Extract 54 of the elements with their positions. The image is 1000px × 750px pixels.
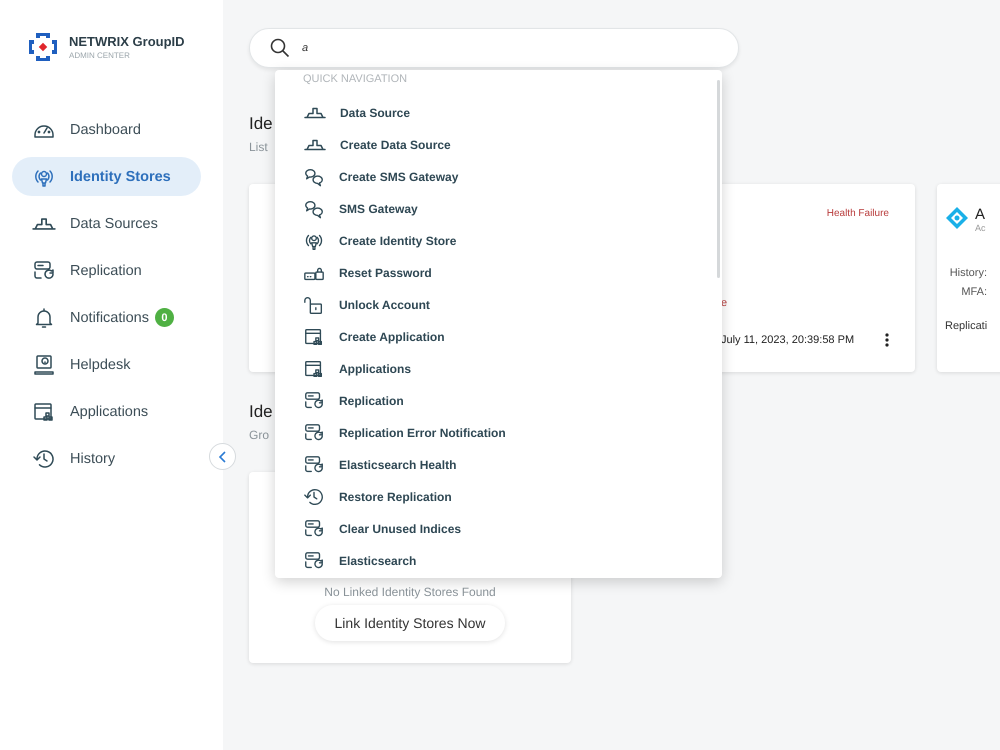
- chat-bubbles-icon: [303, 166, 325, 188]
- menu-item[interactable]: Restore Replication: [303, 481, 722, 513]
- store-title: A: [975, 206, 986, 223]
- field-label: MFA:: [961, 286, 987, 298]
- menu-item[interactable]: Unlock Account: [303, 289, 722, 321]
- menu-item[interactable]: Replication Error Notification: [303, 417, 722, 449]
- menu-item[interactable]: Create Data Source: [303, 129, 722, 161]
- sidebar-item[interactable]: History: [12, 439, 201, 478]
- app-window-icon: [303, 326, 325, 348]
- section-title: Ide: [249, 114, 273, 134]
- section-subtitle: Gro: [249, 428, 270, 442]
- unlock-icon: [303, 294, 325, 316]
- connector-icon: [32, 218, 56, 230]
- history-icon: [303, 486, 325, 508]
- menu-item[interactable]: SMS Gateway: [303, 193, 722, 225]
- card-footer-text: Replicati: [945, 320, 988, 332]
- store-subtitle: Ac: [975, 223, 986, 233]
- sidebar-item[interactable]: Applications: [12, 392, 201, 431]
- search-icon: [270, 38, 290, 58]
- chevron-left-icon: [218, 450, 228, 462]
- menu-item[interactable]: Clear Unused Indices: [303, 513, 722, 545]
- date-text: July 11, 2023, 20:39:58 PM: [721, 334, 854, 346]
- status-label: Health Failure: [826, 208, 889, 219]
- link-stores-button[interactable]: Link Identity Stores Now: [314, 605, 506, 641]
- menu-item[interactable]: Create Application: [303, 321, 722, 353]
- sidebar-item[interactable]: Helpdesk: [12, 345, 201, 384]
- sidebar-item[interactable]: Notifications 0: [12, 298, 201, 337]
- menu-item[interactable]: Applications: [303, 353, 722, 385]
- laptop-help-icon: [32, 352, 56, 376]
- diamond-logo-icon: [945, 206, 969, 230]
- menu-item[interactable]: Data Source: [303, 97, 722, 129]
- section-title: Ide: [249, 402, 273, 422]
- sidebar-item[interactable]: Dashboard: [12, 110, 201, 149]
- menu-item[interactable]: Replication: [303, 385, 722, 417]
- brand-name: NETWRIX GroupID: [69, 34, 185, 49]
- menu-item[interactable]: Reset Password: [303, 257, 722, 289]
- chat-bubbles-icon: [303, 198, 325, 220]
- menu-item[interactable]: Elasticsearch Health: [303, 449, 722, 481]
- section-subtitle: List: [249, 140, 268, 154]
- sidebar-item[interactable]: Data Sources: [12, 204, 201, 243]
- sidebar-item[interactable]: Identity Stores: [12, 157, 201, 196]
- menu-heading: QUICK NAVIGATION: [303, 73, 408, 85]
- menu-item[interactable]: Create Identity Store: [303, 225, 722, 257]
- sidebar-item[interactable]: Replication: [12, 251, 201, 290]
- brand-subtitle: ADMIN CENTER: [69, 51, 131, 60]
- app-window-icon: [303, 358, 325, 380]
- empty-message: No Linked Identity Stores Found: [324, 585, 496, 599]
- collapse-button[interactable]: [209, 443, 236, 470]
- menu-item[interactable]: Elasticsearch: [303, 545, 722, 577]
- field-label: History:: [950, 267, 987, 279]
- count-badge: 0: [154, 308, 174, 327]
- menu-item[interactable]: Create SMS Gateway: [303, 161, 722, 193]
- more-icon[interactable]: [885, 333, 889, 347]
- search-field[interactable]: a: [249, 28, 739, 68]
